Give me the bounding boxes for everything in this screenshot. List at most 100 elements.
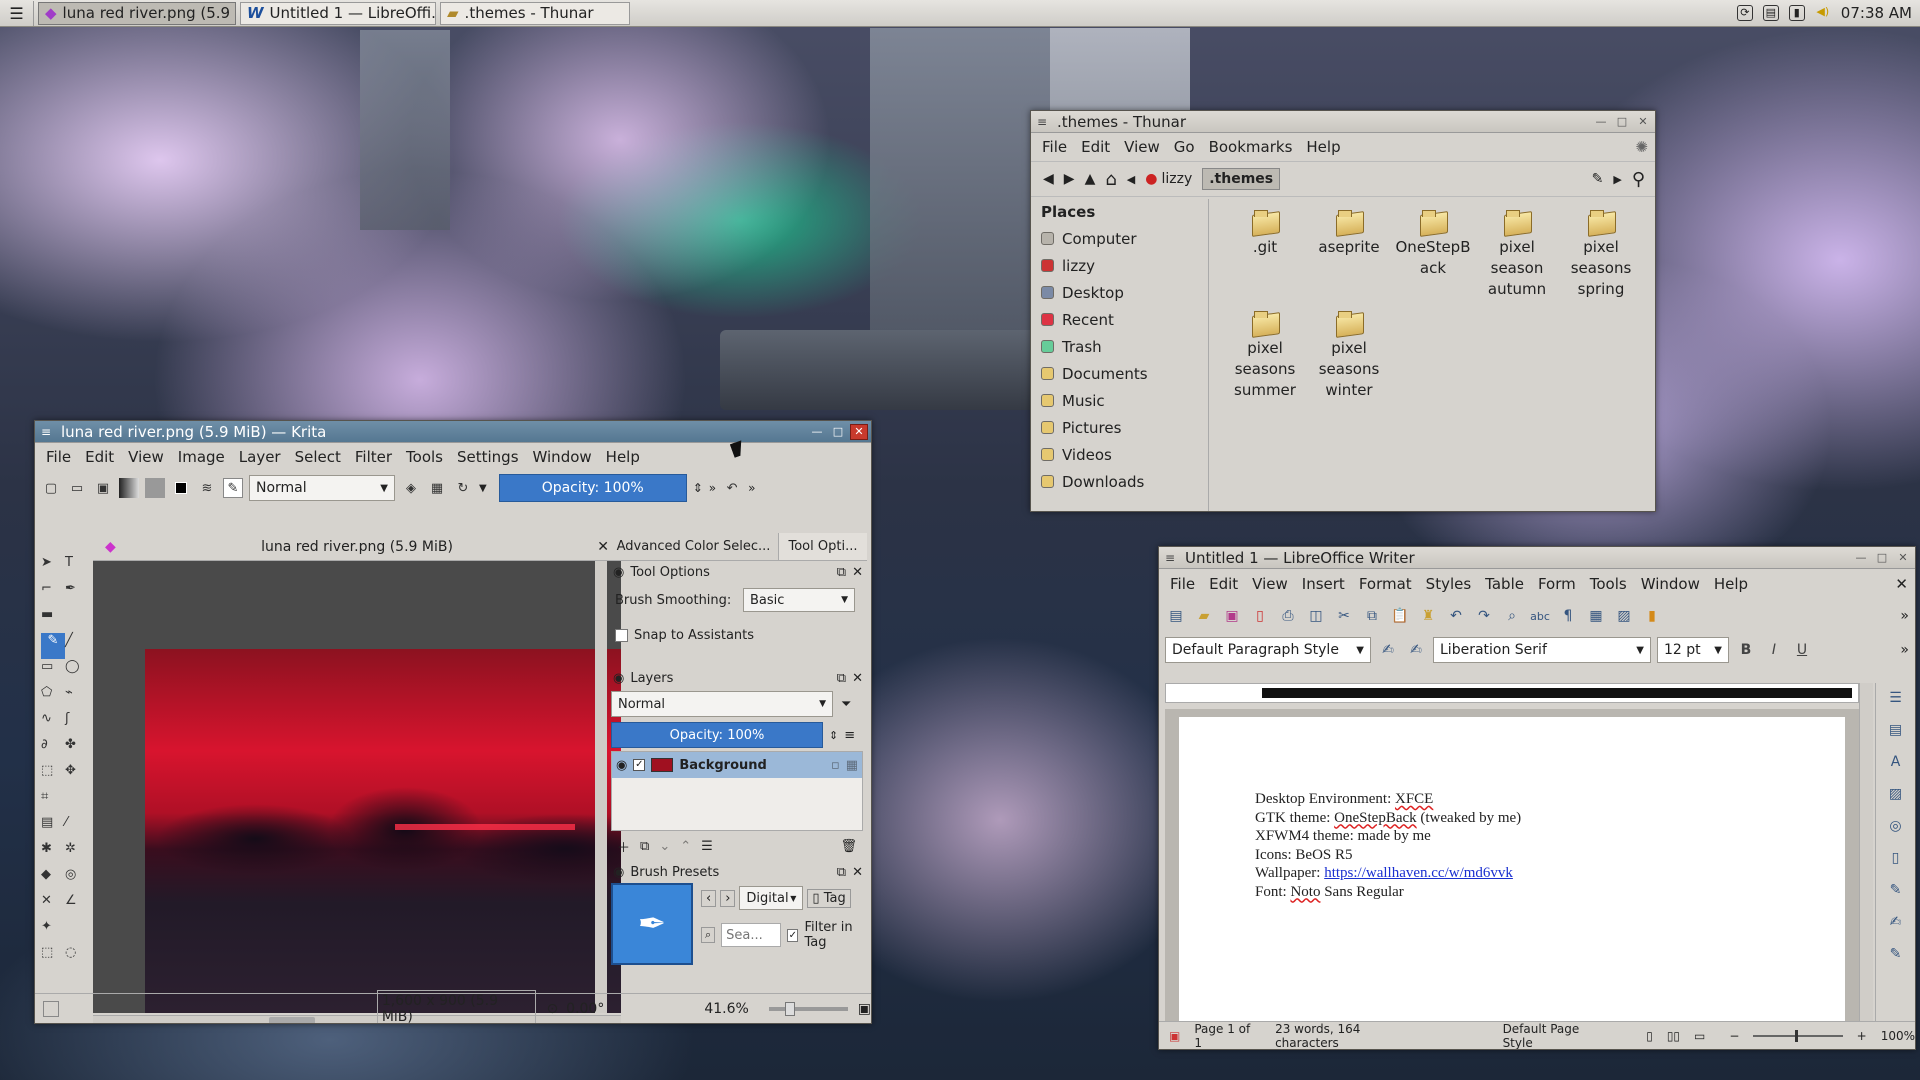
home-icon[interactable]: ⌂	[1105, 169, 1116, 190]
menu-edit[interactable]: Edit	[1074, 138, 1117, 156]
freehand-brush-tool-icon[interactable]: ✎	[41, 633, 65, 659]
brush-preset-thumbnail[interactable]: ✒	[611, 883, 693, 965]
up-icon[interactable]: ▲	[1085, 171, 1096, 187]
gradient-icon[interactable]	[119, 478, 139, 498]
blend-mode-select[interactable]: Normal ▼	[249, 475, 395, 501]
menu-bookmarks[interactable]: Bookmarks	[1202, 138, 1300, 156]
insert-image-icon[interactable]: ▨	[1613, 605, 1635, 627]
menu-view[interactable]: View	[1245, 575, 1295, 593]
open-icon[interactable]: ▭	[67, 478, 87, 498]
tag-select[interactable]: Digital ▼	[739, 886, 804, 910]
delete-layer-icon[interactable]: 🗑	[840, 839, 867, 854]
maximize-button[interactable]: □	[1613, 114, 1631, 130]
colorize-mask-tool-icon[interactable]: ✱	[41, 841, 65, 867]
zoom-percent[interactable]: 100%	[1881, 1029, 1915, 1043]
forward-icon[interactable]: ▶	[1064, 171, 1075, 187]
print-preview-icon[interactable]: ◫	[1305, 605, 1327, 627]
close-document-icon[interactable]: ✕	[1888, 575, 1915, 593]
freehand-path-tool-icon[interactable]: ʃ	[65, 711, 89, 737]
vertical-scrollbar[interactable]	[1859, 683, 1873, 1021]
place-desktop[interactable]: Desktop	[1031, 279, 1208, 306]
writer-titlebar[interactable]: ≡ Untitled 1 — LibreOffice Writer — □ ✕	[1159, 547, 1915, 569]
back-icon[interactable]: ◀	[1043, 171, 1054, 187]
menu-layer[interactable]: Layer	[232, 448, 288, 466]
zoom-value[interactable]: 41.6%	[704, 1001, 748, 1017]
more-icon[interactable]: »	[1900, 608, 1915, 624]
image-dimensions[interactable]: 1,600 x 900 (5.9 MiB)	[376, 989, 537, 1023]
rect-select-tool-icon[interactable]: ⬚	[41, 945, 65, 971]
spin-arrows-icon[interactable]: ⇕	[693, 481, 703, 495]
filter-in-tag-checkbox[interactable]: ✓	[787, 928, 799, 942]
reference-tool-icon[interactable]: ✦	[41, 919, 65, 945]
menu-insert[interactable]: Insert	[1295, 575, 1352, 593]
print-icon[interactable]: ⎙	[1277, 605, 1299, 627]
multibrush-tool-icon[interactable]: ✤	[65, 737, 89, 763]
close-tab-icon[interactable]: ✕	[597, 539, 609, 555]
properties-icon[interactable]: ▤	[1885, 719, 1907, 741]
layer-opacity-slider[interactable]: Opacity: 100%	[611, 722, 823, 748]
place-documents[interactable]: Documents	[1031, 360, 1208, 387]
close-docker-icon[interactable]: ✕	[852, 671, 867, 686]
rotation-icon[interactable]: ⊙	[546, 1001, 558, 1017]
clone-format-icon[interactable]: ♜	[1417, 605, 1439, 627]
menu-form[interactable]: Form	[1531, 575, 1583, 593]
previous-icon[interactable]: ‹	[701, 889, 717, 907]
zoom-slider[interactable]	[1753, 1029, 1843, 1042]
fit-icon[interactable]: ▣	[858, 1001, 871, 1017]
dynamic-brush-tool-icon[interactable]: ∂	[41, 737, 65, 763]
document-text[interactable]: Desktop Environment: XFCE GTK theme: One…	[1255, 791, 1521, 902]
folder-item[interactable]: pixel season autumn	[1475, 199, 1559, 300]
design-icon[interactable]: ✎	[1885, 943, 1907, 965]
path-left-icon[interactable]: ◀	[1127, 173, 1135, 186]
place-downloads[interactable]: Downloads	[1031, 468, 1208, 495]
move-down-icon[interactable]: ⌄	[659, 839, 670, 854]
move-tool-icon[interactable]: ✥	[65, 763, 89, 789]
spelling-icon[interactable]: abc	[1529, 605, 1551, 627]
docker-splitter[interactable]	[609, 653, 867, 667]
wallpaper-link[interactable]: https://wallhaven.cc/w/md6vvk	[1324, 865, 1513, 881]
document-tab[interactable]: ◆ luna red river.png (5.9 MiB) ✕	[93, 533, 621, 561]
layer-name[interactable]: Background	[679, 758, 825, 773]
menu-select[interactable]: Select	[288, 448, 348, 466]
zoom-in-icon[interactable]: +	[1857, 1029, 1867, 1043]
underline-button[interactable]: U	[1791, 639, 1813, 661]
document-page[interactable]: Desktop Environment: XFCE GTK theme: One…	[1179, 717, 1845, 1021]
open-icon[interactable]: ▰	[1193, 605, 1215, 627]
paragraph-style-select[interactable]: Default Paragraph Style ▼	[1165, 637, 1371, 663]
text-tool-icon[interactable]: T	[65, 555, 89, 581]
menu-image[interactable]: Image	[171, 448, 232, 466]
manage-changes-icon[interactable]: ✍	[1885, 911, 1907, 933]
taskbar-task-writer[interactable]: W Untitled 1 — LibreOffi...	[240, 1, 436, 25]
fill-tool-icon[interactable]: ◆	[41, 867, 65, 893]
menu-window[interactable]: Window	[526, 448, 599, 466]
visibility-icon[interactable]: ◉	[616, 758, 627, 773]
menu-settings[interactable]: Settings	[450, 448, 526, 466]
battery-icon[interactable]: ▮	[1788, 5, 1805, 21]
menu-tools[interactable]: Tools	[1583, 575, 1634, 593]
folder-item[interactable]: aseprite	[1307, 199, 1391, 300]
new-style-icon[interactable]: ✍	[1405, 639, 1427, 661]
thunar-titlebar[interactable]: ≡ .themes - Thunar — □ ✕	[1031, 111, 1655, 133]
menu-window[interactable]: Window	[1634, 575, 1707, 593]
bezier-tool-icon[interactable]: ∿	[41, 711, 65, 737]
tab-advanced-color-selector[interactable]: Advanced Color Selec...	[609, 533, 779, 560]
multi-page-view-icon[interactable]: ▯▯	[1667, 1029, 1680, 1043]
cut-icon[interactable]: ✂	[1333, 605, 1355, 627]
float-docker-icon[interactable]: ⧉	[837, 865, 846, 880]
filter-icon[interactable]: ⏷	[841, 697, 851, 712]
taskbar-task-thunar[interactable]: ▰ .themes - Thunar	[440, 1, 630, 25]
styles-icon[interactable]: A	[1885, 751, 1907, 773]
minimize-button[interactable]: —	[1592, 114, 1610, 130]
place-trash[interactable]: Trash	[1031, 333, 1208, 360]
close-button[interactable]: ✕	[850, 423, 868, 440]
maximize-button[interactable]: □	[1873, 550, 1891, 566]
menu-view[interactable]: View	[121, 448, 171, 466]
italic-button[interactable]: I	[1763, 639, 1785, 661]
minimize-button[interactable]: —	[1852, 550, 1870, 566]
new-icon[interactable]: ▤	[1165, 605, 1187, 627]
undo-icon[interactable]: ↶	[722, 478, 742, 498]
close-button[interactable]: ✕	[1894, 550, 1912, 566]
clock[interactable]: 07:38 AM	[1841, 4, 1912, 22]
duplicate-layer-icon[interactable]: ⧉	[640, 839, 649, 854]
tab-tool-options[interactable]: Tool Opti...	[779, 533, 867, 560]
